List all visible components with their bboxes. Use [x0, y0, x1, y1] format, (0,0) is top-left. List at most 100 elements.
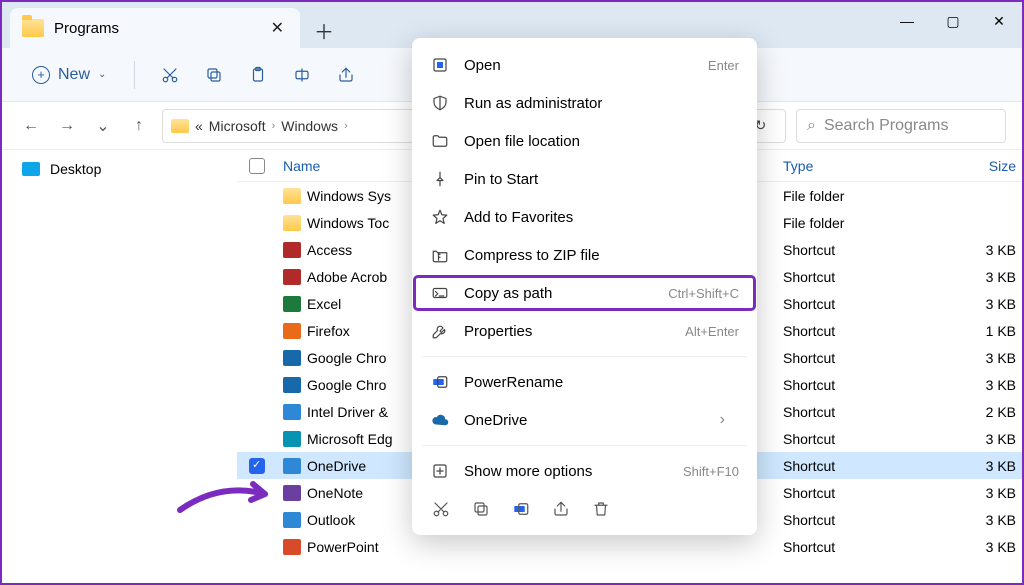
- file-icon: [283, 269, 301, 285]
- open-icon: [430, 56, 450, 74]
- file-icon: [283, 215, 301, 231]
- minimize-button[interactable]: —: [884, 6, 930, 36]
- chevron-right-icon: ›: [272, 120, 276, 132]
- column-type[interactable]: Type: [777, 158, 927, 174]
- context-menu: Open Enter Run as administrator Open file l…: [412, 38, 757, 535]
- chevron-right-icon: ›: [720, 411, 725, 429]
- context-menu-quick-actions: [412, 490, 757, 527]
- file-size: 3 KB: [927, 242, 1022, 258]
- menu-item-powerrename[interactable]: PowerRename: [412, 363, 757, 401]
- file-icon: [283, 431, 301, 447]
- file-type: Shortcut: [777, 350, 927, 366]
- menu-item-show-more-options[interactable]: Show more options Shift+F10: [412, 452, 757, 490]
- new-tab-button[interactable]: ＋: [306, 12, 342, 48]
- recent-button[interactable]: ⌄: [90, 113, 116, 139]
- menu-item-label: Show more options: [464, 463, 669, 480]
- menu-item-open-file-location[interactable]: Open file location: [412, 122, 757, 160]
- shield-icon: [430, 94, 450, 112]
- select-all-checkbox[interactable]: [237, 158, 277, 174]
- menu-item-hint: Alt+Enter: [685, 324, 739, 339]
- menu-item-label: Copy as path: [464, 285, 654, 302]
- more-icon: [430, 462, 450, 480]
- menu-item-label: Open: [464, 57, 694, 74]
- menu-item-label: Run as administrator: [464, 95, 725, 112]
- file-size: 3 KB: [927, 539, 1022, 555]
- menu-item-hint: Enter: [708, 58, 739, 73]
- new-label: New: [58, 66, 90, 84]
- menu-item-label: PowerRename: [464, 374, 725, 391]
- cut-button[interactable]: [432, 500, 450, 523]
- file-icon: [283, 377, 301, 393]
- file-type: File folder: [777, 215, 927, 231]
- tab-title: Programs: [54, 20, 263, 37]
- file-name: Excel: [307, 296, 341, 312]
- navigation-pane: Desktop: [2, 150, 237, 585]
- cut-button[interactable]: [151, 56, 189, 94]
- folder-icon: [171, 119, 189, 133]
- close-tab-button[interactable]: ✕: [263, 14, 292, 42]
- file-size: 3 KB: [927, 350, 1022, 366]
- chevron-down-icon: ⌄: [98, 69, 106, 80]
- file-icon: [283, 350, 301, 366]
- rename-button[interactable]: [512, 500, 530, 523]
- menu-item-add-to-favorites[interactable]: Add to Favorites: [412, 198, 757, 236]
- back-button[interactable]: ←: [18, 113, 44, 139]
- file-size: 3 KB: [927, 377, 1022, 393]
- file-type: Shortcut: [777, 242, 927, 258]
- window-tab[interactable]: Programs ✕: [10, 8, 300, 48]
- column-size[interactable]: Size: [927, 158, 1022, 174]
- file-type: Shortcut: [777, 269, 927, 285]
- file-row[interactable]: PowerPointShortcut3 KB: [237, 533, 1022, 560]
- file-name: OneDrive: [307, 458, 366, 474]
- sidebar-item-desktop[interactable]: Desktop: [14, 156, 225, 182]
- menu-item-label: Add to Favorites: [464, 209, 725, 226]
- menu-item-label: Compress to ZIP file: [464, 247, 725, 264]
- menu-item-run-as-administrator[interactable]: Run as administrator: [412, 84, 757, 122]
- plus-icon: +: [32, 66, 50, 84]
- file-icon: [283, 188, 301, 204]
- file-size: 3 KB: [927, 458, 1022, 474]
- checkbox-icon[interactable]: [249, 458, 265, 474]
- close-button[interactable]: ✕: [976, 6, 1022, 36]
- menu-item-open[interactable]: Open Enter: [412, 46, 757, 84]
- share-button[interactable]: [552, 500, 570, 523]
- menu-item-label: Properties: [464, 323, 671, 340]
- file-name: Access: [307, 242, 352, 258]
- file-name: PowerPoint: [307, 539, 379, 555]
- trash-button[interactable]: [592, 500, 610, 523]
- file-size: 1 KB: [927, 323, 1022, 339]
- file-size: 3 KB: [927, 485, 1022, 501]
- path-icon: [430, 284, 450, 302]
- menu-item-pin-to-start[interactable]: Pin to Start: [412, 160, 757, 198]
- rename-button[interactable]: [283, 56, 321, 94]
- menu-item-copy-as-path[interactable]: Copy as pathCtrl+Shift+C: [412, 274, 757, 312]
- menu-item-properties[interactable]: Properties Alt+Enter: [412, 312, 757, 350]
- menu-item-onedrive[interactable]: OneDrive›: [412, 401, 757, 439]
- file-type: Shortcut: [777, 296, 927, 312]
- file-icon: [283, 512, 301, 528]
- new-button[interactable]: + New ⌄: [20, 60, 118, 90]
- file-type: Shortcut: [777, 323, 927, 339]
- menu-item-hint: Shift+F10: [683, 464, 739, 479]
- file-icon: [283, 323, 301, 339]
- bc-part[interactable]: Windows: [281, 118, 338, 134]
- copy-button[interactable]: [472, 500, 490, 523]
- pin-icon: [430, 170, 450, 188]
- bc-part[interactable]: Microsoft: [209, 118, 266, 134]
- file-name: Firefox: [307, 323, 350, 339]
- file-size: 3 KB: [927, 296, 1022, 312]
- zip-icon: [430, 246, 450, 264]
- share-button[interactable]: [327, 56, 365, 94]
- search-icon: ⌕: [807, 117, 816, 135]
- rename-icon: [430, 373, 450, 391]
- file-size: 3 KB: [927, 431, 1022, 447]
- paste-button[interactable]: [239, 56, 277, 94]
- forward-button[interactable]: →: [54, 113, 80, 139]
- maximize-button[interactable]: ▢: [930, 6, 976, 36]
- search-box[interactable]: ⌕ Search Programs: [796, 109, 1006, 143]
- file-name: OneNote: [307, 485, 363, 501]
- menu-item-compress-to-zip-file[interactable]: Compress to ZIP file: [412, 236, 757, 274]
- up-button[interactable]: ↑: [126, 113, 152, 139]
- copy-button[interactable]: [195, 56, 233, 94]
- window-controls: — ▢ ✕: [884, 6, 1022, 36]
